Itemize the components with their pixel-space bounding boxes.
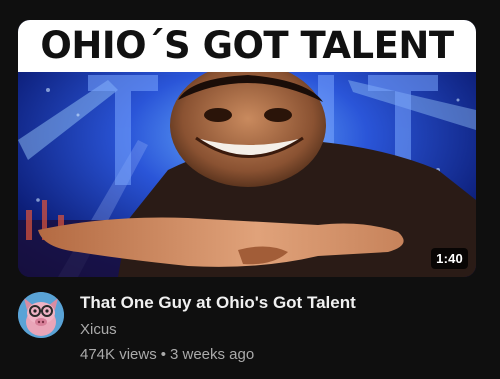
- thumbnail-headline: OHIO´S GOT TALENT: [40, 24, 454, 67]
- duration-badge: 1:40: [431, 248, 468, 269]
- channel-avatar[interactable]: [18, 292, 64, 338]
- video-card[interactable]: OHIO´S GOT TALENT 1:40 That One Guy at O…: [0, 0, 500, 379]
- video-meta: That One Guy at Ohio's Got Talent Xicus …: [18, 288, 480, 374]
- upload-age: 3 weeks ago: [169, 346, 255, 363]
- channel-name[interactable]: Xicus: [80, 320, 480, 340]
- separator-dot: •: [160, 346, 166, 363]
- pig-avatar-icon: [18, 292, 64, 338]
- video-info: That One Guy at Ohio's Got Talent Xicus …: [80, 288, 480, 365]
- video-stats: 474K views • 3 weeks ago: [80, 345, 480, 365]
- video-title[interactable]: That One Guy at Ohio's Got Talent: [80, 292, 480, 314]
- view-count: 474K views: [80, 346, 157, 363]
- video-thumbnail[interactable]: OHIO´S GOT TALENT 1:40: [18, 20, 476, 277]
